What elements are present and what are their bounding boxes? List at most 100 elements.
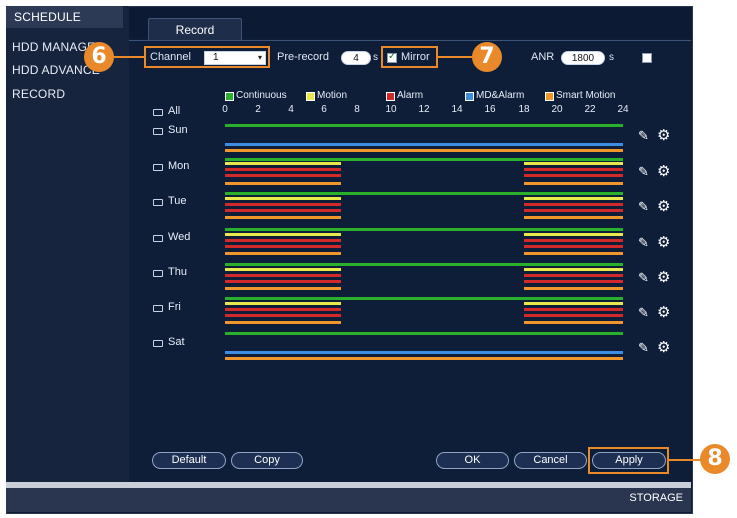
schedule-bar-continuous[interactable]	[225, 158, 623, 161]
callout-7: 7	[472, 42, 502, 72]
pencil-icon[interactable]: ✎	[638, 199, 649, 215]
schedule-bar-motion[interactable]	[524, 302, 623, 305]
hour-label: 6	[321, 104, 327, 115]
pencil-icon[interactable]: ✎	[638, 128, 649, 144]
pencil-icon[interactable]: ✎	[638, 340, 649, 356]
schedule-bar-smart-motion[interactable]	[225, 216, 341, 219]
gear-icon[interactable]: ⚙	[657, 162, 670, 180]
schedule-bar-alarm[interactable]	[225, 174, 341, 177]
schedule-bar-motion[interactable]	[225, 197, 341, 200]
gear-icon[interactable]: ⚙	[657, 233, 670, 251]
schedule-bar-alarm[interactable]	[524, 308, 623, 311]
gear-icon[interactable]: ⚙	[657, 126, 670, 144]
prerecord-input[interactable]: 4	[341, 51, 371, 65]
day-label-wed: Wed	[168, 231, 191, 243]
schedule-bar-alarm[interactable]	[225, 314, 341, 317]
schedule-bar-md-alarm[interactable]	[225, 351, 623, 354]
schedule-bar-alarm[interactable]	[524, 239, 623, 242]
all-select-icon[interactable]	[153, 109, 163, 116]
schedule-bar-alarm[interactable]	[524, 168, 623, 171]
schedule-bar-continuous[interactable]	[225, 124, 623, 127]
schedule-bar-smart-motion[interactable]	[225, 182, 341, 185]
schedule-bar-smart-motion[interactable]	[524, 182, 623, 185]
schedule-bar-motion[interactable]	[225, 162, 341, 165]
pencil-icon[interactable]: ✎	[638, 270, 649, 286]
callout-6-line	[112, 56, 145, 58]
schedule-bar-continuous[interactable]	[225, 332, 623, 335]
sidebar-item-record[interactable]: RECORD	[12, 87, 65, 101]
legend-motion-label: Motion	[317, 90, 348, 101]
main-panel	[129, 38, 691, 482]
prerecord-unit: s	[373, 52, 378, 63]
default-button[interactable]: Default	[152, 452, 226, 469]
schedule-bar-motion[interactable]	[225, 268, 341, 271]
schedule-bar-alarm[interactable]	[524, 245, 623, 248]
legend-smart-motion-swatch	[545, 92, 554, 101]
schedule-bar-smart-motion[interactable]	[225, 252, 341, 255]
day-select-icon[interactable]	[153, 270, 163, 277]
schedule-bar-smart-motion[interactable]	[225, 287, 341, 290]
schedule-bar-alarm[interactable]	[225, 308, 341, 311]
schedule-bar-alarm[interactable]	[225, 168, 341, 171]
schedule-bar-smart-motion[interactable]	[524, 216, 623, 219]
schedule-bar-alarm[interactable]	[225, 209, 341, 212]
schedule-bar-smart-motion[interactable]	[225, 357, 623, 360]
day-select-icon[interactable]	[153, 340, 163, 347]
gear-icon[interactable]: ⚙	[657, 197, 670, 215]
hour-label: 2	[255, 104, 261, 115]
callout-8-line	[669, 459, 701, 461]
schedule-bar-alarm[interactable]	[524, 280, 623, 283]
day-label-fri: Fri	[168, 301, 181, 313]
schedule-bar-motion[interactable]	[524, 162, 623, 165]
schedule-bar-alarm[interactable]	[524, 174, 623, 177]
schedule-bar-alarm[interactable]	[524, 209, 623, 212]
schedule-bar-motion[interactable]	[225, 302, 341, 305]
gear-icon[interactable]: ⚙	[657, 303, 670, 321]
schedule-bar-md-alarm[interactable]	[225, 143, 623, 146]
day-select-icon[interactable]	[153, 199, 163, 206]
schedule-bar-alarm[interactable]	[524, 314, 623, 317]
day-select-icon[interactable]	[153, 305, 163, 312]
schedule-bar-alarm[interactable]	[225, 274, 341, 277]
schedule-bar-alarm[interactable]	[225, 280, 341, 283]
schedule-bar-motion[interactable]	[524, 268, 623, 271]
schedule-bar-alarm[interactable]	[225, 245, 341, 248]
callout-8: 8	[700, 444, 730, 474]
schedule-bar-continuous[interactable]	[225, 263, 623, 266]
schedule-bar-smart-motion[interactable]	[524, 321, 623, 324]
schedule-bar-continuous[interactable]	[225, 228, 623, 231]
schedule-bar-smart-motion[interactable]	[524, 252, 623, 255]
legend-continuous-swatch	[225, 92, 234, 101]
day-select-icon[interactable]	[153, 235, 163, 242]
ok-button[interactable]: OK	[436, 452, 509, 469]
schedule-bar-smart-motion[interactable]	[225, 149, 623, 152]
schedule-bar-continuous[interactable]	[225, 297, 623, 300]
schedule-bar-continuous[interactable]	[225, 192, 623, 195]
gear-icon[interactable]: ⚙	[657, 338, 670, 356]
schedule-bar-alarm[interactable]	[225, 203, 341, 206]
hour-label: 12	[418, 104, 430, 115]
day-select-icon[interactable]	[153, 164, 163, 171]
day-label-tue: Tue	[168, 195, 187, 207]
schedule-bar-motion[interactable]	[225, 233, 341, 236]
schedule-bar-alarm[interactable]	[225, 239, 341, 242]
legend-smart-motion-label: Smart Motion	[556, 90, 616, 101]
schedule-bar-smart-motion[interactable]	[524, 287, 623, 290]
schedule-bar-motion[interactable]	[524, 197, 623, 200]
schedule-bar-alarm[interactable]	[524, 203, 623, 206]
hour-label: 10	[385, 104, 397, 115]
schedule-bar-motion[interactable]	[524, 233, 623, 236]
sidebar-item-schedule[interactable]: SCHEDULE	[6, 6, 123, 28]
cancel-button[interactable]: Cancel	[514, 452, 587, 469]
pencil-icon[interactable]: ✎	[638, 164, 649, 180]
day-select-icon[interactable]	[153, 128, 163, 135]
schedule-bar-smart-motion[interactable]	[225, 321, 341, 324]
anr-input[interactable]: 1800	[561, 51, 605, 65]
anr-checkbox[interactable]	[642, 53, 652, 63]
pencil-icon[interactable]: ✎	[638, 305, 649, 321]
gear-icon[interactable]: ⚙	[657, 268, 670, 286]
tab-record[interactable]: Record	[148, 18, 242, 40]
schedule-bar-alarm[interactable]	[524, 274, 623, 277]
pencil-icon[interactable]: ✎	[638, 235, 649, 251]
copy-button[interactable]: Copy	[231, 452, 303, 469]
